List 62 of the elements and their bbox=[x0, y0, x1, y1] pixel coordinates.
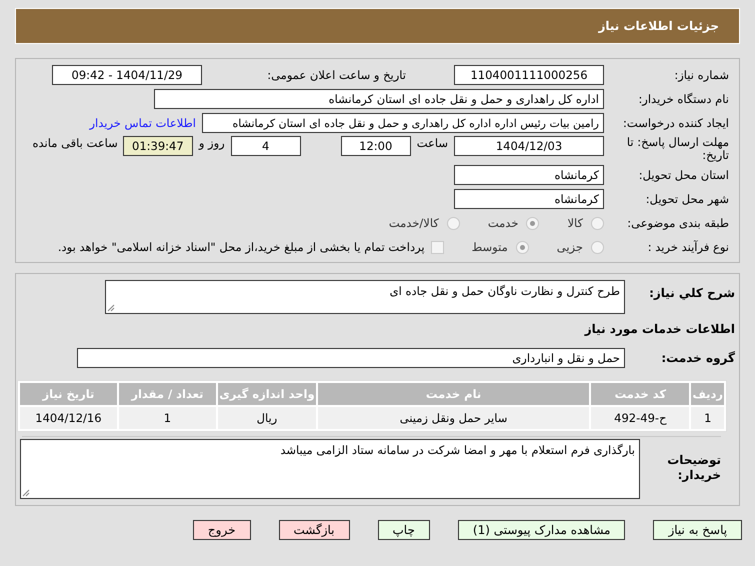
field-label: تاریخ و ساعت اعلان عمومی: bbox=[266, 68, 407, 82]
field-label: ایجاد کننده درخواست: bbox=[622, 116, 729, 130]
notes-textarea[interactable]: بارگذاری فرم استعلام با مهر و امضا شرکت در سامانه ستاد الزامی میباشد bbox=[20, 439, 640, 499]
radio-label: جزیی bbox=[556, 240, 583, 254]
city-field: کرمانشاه bbox=[454, 189, 604, 209]
action-button[interactable]: بازگشت bbox=[278, 520, 350, 540]
table-cell: سایر حمل ونقل زمینی bbox=[318, 407, 590, 429]
radio-label: خدمت bbox=[488, 216, 518, 230]
field-label: شهر محل تحویل: bbox=[644, 192, 729, 206]
column-header: کد خدمت bbox=[591, 383, 690, 405]
page-title: جزئیات اطلاعات نیاز bbox=[598, 19, 719, 33]
radio-button[interactable] bbox=[591, 240, 604, 254]
action-button[interactable]: پاسخ به نیاز bbox=[653, 520, 742, 540]
radio-label: کالا bbox=[567, 216, 583, 230]
column-header: تعداد / مقدار bbox=[118, 383, 216, 405]
deadline-time-field: 12:00 bbox=[340, 136, 411, 156]
days-label: روز و bbox=[198, 136, 225, 150]
field-label: مهلت ارسال پاسخ: تا تاریخ: bbox=[626, 136, 729, 162]
buyer-field: اداره کل راهداری و حمل و نقل جاده ای استان کرمانشاه bbox=[154, 89, 604, 109]
radio-label: متوسط bbox=[472, 240, 508, 254]
payment-note: پرداخت تمام یا بخشی از مبلغ خرید،از محل "اسناد خزانه اسلامی" خواهد بود. bbox=[58, 240, 425, 254]
field-label: نوع فرآیند خرید : bbox=[646, 240, 729, 254]
province-field: کرمانشاه bbox=[454, 165, 604, 185]
column-header: نام خدمت bbox=[318, 383, 590, 405]
table-cell: ریال bbox=[218, 407, 316, 429]
service-group-field: حمل و نقل و انبارداری bbox=[77, 348, 625, 368]
need-number-field: 1104001111000256 bbox=[454, 65, 604, 85]
radio-button[interactable] bbox=[591, 216, 604, 230]
table-cell: 1 bbox=[691, 407, 724, 429]
column-header: واحد اندازه گیری bbox=[218, 383, 316, 405]
column-header: تاریخ نیاز bbox=[20, 383, 117, 405]
creator-field: رامین بیات رئیس اداره اداره کل راهداری و حمل و نقل جاده ای استان کرمانشاه bbox=[202, 113, 604, 133]
section-title: اطلاعات خدمات مورد نیاز bbox=[583, 322, 735, 336]
field-label: توضیحات خریدار: bbox=[666, 452, 722, 483]
field-label: طبقه بندی موضوعی: bbox=[626, 216, 729, 230]
table-cell: 1 bbox=[118, 407, 216, 429]
radio-button[interactable] bbox=[526, 216, 540, 230]
action-button[interactable]: خروج bbox=[192, 520, 250, 540]
action-button[interactable]: چاپ bbox=[378, 520, 430, 540]
field-label: گروه خدمت: bbox=[660, 351, 735, 365]
resize-grip-icon bbox=[107, 304, 115, 312]
table-cell: ح-49-492 bbox=[591, 407, 690, 429]
time-label: ساعت bbox=[416, 136, 448, 150]
days-field: 4 bbox=[230, 136, 301, 156]
field-label: شماره نیاز: bbox=[673, 68, 729, 82]
deadline-date-field: 1404/12/03 bbox=[454, 136, 604, 156]
buyer-contact-link[interactable]: اطلاعات تماس خریدار bbox=[89, 116, 196, 130]
field-label: شرح کلي نياز: bbox=[648, 285, 735, 300]
field-label: نام دستگاه خریدار: bbox=[637, 92, 729, 106]
remaining-label: ساعت باقی مانده bbox=[32, 136, 118, 150]
announce-date-field: 1404/11/29 - 09:42 bbox=[52, 65, 202, 85]
radio-button[interactable] bbox=[446, 216, 460, 230]
action-button[interactable]: مشاهده مدارک پیوستی (1) bbox=[458, 520, 626, 540]
remaining-time-field: 01:39:47 bbox=[122, 136, 193, 156]
column-header: ردیف bbox=[691, 383, 724, 405]
summary-textarea[interactable]: طرح کنترل و نظارت ناوگان حمل و نقل جاده ای bbox=[105, 280, 625, 314]
resize-grip-icon bbox=[22, 489, 30, 497]
radio-button[interactable] bbox=[516, 240, 529, 254]
field-label: استان محل تحویل: bbox=[638, 168, 729, 182]
payment-checkbox[interactable] bbox=[430, 240, 444, 254]
radio-label: کالا/خدمت bbox=[388, 216, 439, 230]
table-cell: 1404/12/16 bbox=[20, 407, 117, 429]
